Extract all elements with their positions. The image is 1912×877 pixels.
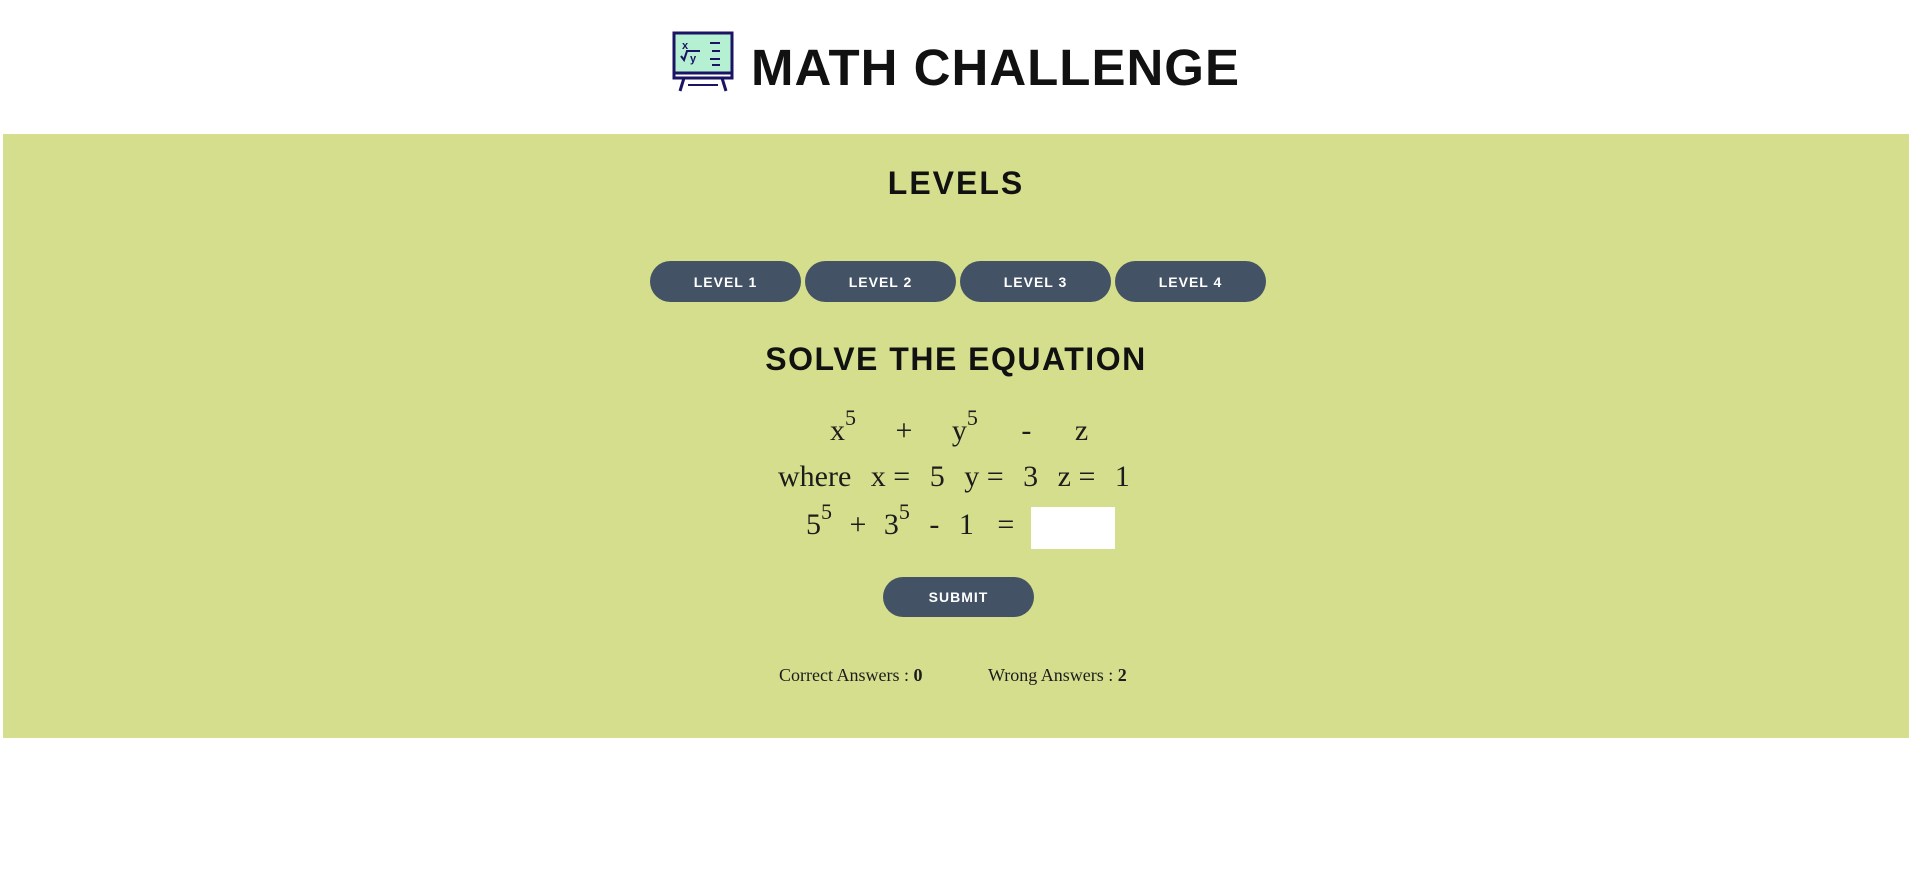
op-minus-2: - [929,508,940,541]
num-c: 1 [958,508,974,541]
op-plus: + [895,414,913,447]
z-assign-label: z = [1057,460,1096,493]
answer-input[interactable] [1031,507,1115,549]
submit-button[interactable]: SUBMIT [883,577,1034,617]
level-3-button[interactable]: LEVEL 3 [960,261,1111,302]
challenge-panel: LEVELS LEVEL 1 LEVEL 2 LEVEL 3 LEVEL 4 S… [3,134,1909,738]
level-1-button[interactable]: LEVEL 1 [650,261,801,302]
where-label: where [778,460,852,493]
exp-y: 5 [966,405,978,430]
exp-a: 5 [821,499,832,524]
var-y: y [951,414,967,447]
correct-answers-count: 0 [913,665,923,685]
correct-answers: Correct Answers : 0 [779,665,922,686]
var-z: z [1074,414,1089,447]
level-buttons: LEVEL 1 LEVEL 2 LEVEL 3 LEVEL 4 [650,261,1266,302]
solve-heading: SOLVE THE EQUATION [765,341,1147,377]
svg-text:y: y [690,53,697,65]
wrong-answers-count: 2 [1117,665,1127,685]
op-plus-2: + [849,508,867,541]
x-value: 5 [929,460,945,493]
num-a: 5 [806,508,821,541]
y-assign-label: y = [964,460,1004,493]
equation-line-2: where x = 5 y = 3 z = 1 [778,462,1130,492]
x-assign-label: x = [870,460,911,493]
exp-b: 5 [898,499,910,524]
y-value: 3 [1023,460,1039,493]
page-header: x y MATH CHALLENGE [0,0,1912,134]
equation-line-1: x5 + y5 - z [830,407,1089,447]
equation-line-3: 55 + 35 - 1 = [806,501,1015,541]
level-4-button[interactable]: LEVEL 4 [1115,261,1266,302]
op-equals: = [997,508,1015,541]
z-value: 1 [1114,460,1130,493]
correct-answers-label: Correct Answers : [779,665,909,685]
op-minus: - [1021,414,1032,447]
num-b: 3 [883,508,899,541]
brand: x y MATH CHALLENGE [672,30,1240,93]
page-title: MATH CHALLENGE [750,39,1240,96]
levels-heading: LEVELS [887,165,1025,201]
exp-x: 5 [845,405,856,430]
wrong-answers-label: Wrong Answers : [988,665,1114,685]
wrong-answers: Wrong Answers : 2 [988,665,1127,686]
var-x: x [830,414,845,447]
level-2-button[interactable]: LEVEL 2 [805,261,956,302]
chalkboard-math-icon: x y [672,31,734,91]
